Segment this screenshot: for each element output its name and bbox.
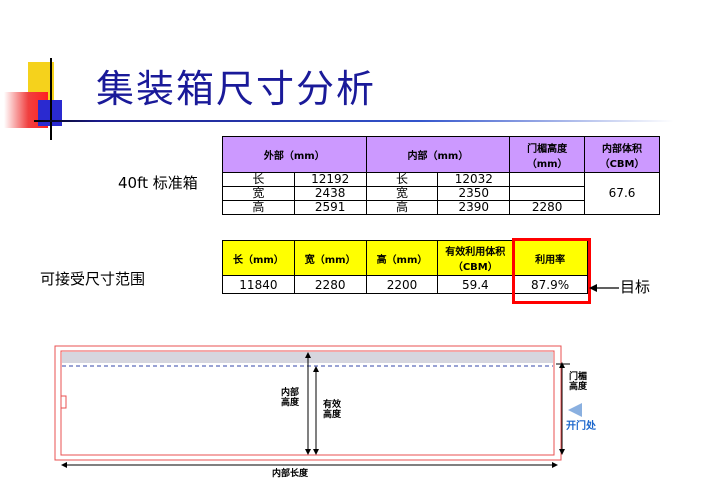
left-notch bbox=[61, 395, 67, 409]
inner-height-label: 内部高度 bbox=[280, 388, 299, 408]
door-side-label: 开门处 bbox=[566, 421, 596, 432]
container-diagram bbox=[54, 345, 582, 468]
door-lintel-height-label: 门楣高度 bbox=[568, 372, 587, 392]
door-opening-icon bbox=[568, 403, 582, 417]
inner-length-label: 内部长度 bbox=[272, 469, 309, 479]
effective-height-label: 有效高度 bbox=[322, 400, 341, 420]
